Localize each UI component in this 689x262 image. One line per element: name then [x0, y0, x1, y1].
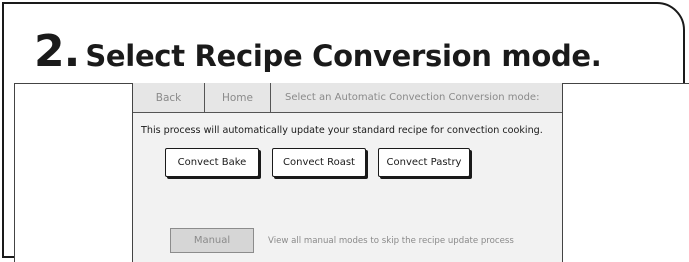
convect-pastry-button[interactable]: Convect Pastry	[378, 148, 470, 177]
manual-hint: View all manual modes to skip the recipe…	[268, 236, 514, 246]
oven-control-screen: Back Home Select an Automatic Convection…	[132, 83, 563, 262]
step-title: Select Recipe Conversion mode.	[85, 39, 602, 73]
convect-bake-button[interactable]: Convect Bake	[165, 148, 259, 177]
manual-button[interactable]: Manual	[170, 228, 254, 253]
step-number: 2.	[34, 26, 80, 77]
convect-roast-button[interactable]: Convect Roast	[272, 148, 366, 177]
back-button[interactable]: Back	[133, 83, 205, 112]
conversion-description: This process will automatically update y…	[141, 125, 543, 136]
home-button[interactable]: Home	[205, 83, 271, 112]
step-heading: 2. Select Recipe Conversion mode.	[34, 26, 602, 86]
screen-prompt: Select an Automatic Convection Conversio…	[285, 92, 540, 103]
screen-top-bar: Back Home Select an Automatic Convection…	[133, 83, 562, 113]
